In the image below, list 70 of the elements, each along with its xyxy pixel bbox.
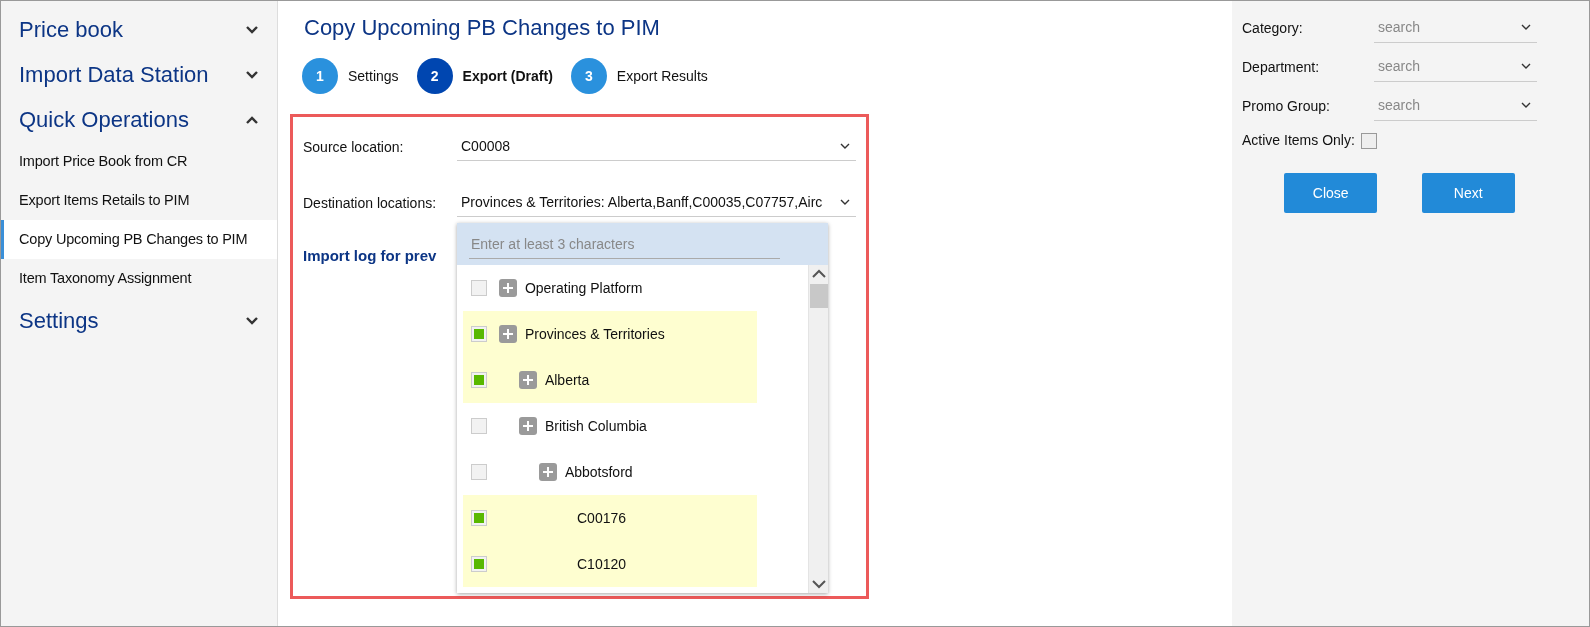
checkbox[interactable] <box>471 418 487 434</box>
tree-item[interactable]: C00176 <box>463 495 757 541</box>
tree-item[interactable]: Abbotsford <box>463 449 757 495</box>
tree-item[interactable]: Operating Platform <box>463 265 757 311</box>
action-button[interactable]: Close <box>1284 173 1378 213</box>
expand-icon[interactable] <box>519 417 537 435</box>
field-label: Source location: <box>303 137 405 157</box>
source-select[interactable]: C00008 <box>457 133 856 161</box>
sidebar-item[interactable]: Copy Upcoming PB Changes to PIM <box>1 220 277 259</box>
expand-icon[interactable] <box>519 371 537 389</box>
sidebar-item[interactable]: Item Taxonomy Assignment <box>1 259 277 298</box>
placeholder-text: search <box>1378 96 1421 115</box>
checkbox[interactable] <box>471 280 487 296</box>
checkbox[interactable] <box>471 556 487 572</box>
sidebar-item[interactable]: Export Items Retails to PIM <box>1 181 277 220</box>
search-field[interactable]: Enter at least 3 characters <box>457 223 828 265</box>
scroll-up-icon[interactable] <box>811 269 826 278</box>
step-label[interactable]: Export (Draft) <box>462 65 553 87</box>
expand-icon[interactable] <box>539 463 557 481</box>
chevron-up-icon <box>245 114 259 125</box>
expand-icon[interactable] <box>499 325 517 343</box>
tree-item[interactable]: C10120 <box>463 541 757 587</box>
tree-item[interactable]: British Columbia <box>463 403 757 449</box>
caret-icon <box>1521 24 1531 31</box>
sidebar-section[interactable]: Price book <box>1 7 277 52</box>
tree-label: C00176 <box>577 508 627 528</box>
checkbox[interactable] <box>471 326 487 342</box>
checkbox[interactable] <box>471 510 487 526</box>
placeholder-text: search <box>1378 57 1421 76</box>
tree-item[interactable]: Provinces & Territories <box>463 311 757 357</box>
action-button[interactable]: Next <box>1421 173 1515 213</box>
step-label[interactable]: Export Results <box>616 65 708 87</box>
field-label: Promo Group: <box>1242 96 1331 116</box>
destination-select[interactable]: Provinces & Territories: Alberta,Banff,C00035,C07757,Airc <box>457 189 856 217</box>
caret-icon <box>1521 63 1531 70</box>
sidebar-item[interactable]: Import Price Book from CR <box>1 142 277 181</box>
checkbox[interactable] <box>471 372 487 388</box>
chevron-down-icon <box>245 69 259 80</box>
step-label[interactable]: Settings <box>348 65 399 87</box>
tree-label: Operating Platform <box>524 278 643 298</box>
step-number[interactable]: 2 <box>416 58 453 94</box>
placeholder-text: search <box>1378 18 1421 37</box>
tree-label: Alberta <box>544 370 590 390</box>
scrollbar[interactable] <box>808 265 828 593</box>
tree-label: Abbotsford <box>564 462 633 482</box>
scroll-thumb[interactable] <box>809 284 828 308</box>
field-label: Active Items Only: <box>1242 131 1355 150</box>
expand-icon[interactable] <box>499 279 517 297</box>
field-value: C00008 <box>461 137 511 156</box>
tree-label: Provinces & Territories <box>524 324 665 344</box>
caret-icon <box>840 199 850 206</box>
field-value: Provinces & Territories: Alberta,Banff,C00035,C07757,Airc <box>461 193 823 212</box>
field-label: Department: <box>1242 57 1321 77</box>
tree-label: British Columbia <box>544 416 647 436</box>
checkbox[interactable] <box>471 464 487 480</box>
page-title: Copy Upcoming PB Changes to PIM <box>304 14 661 42</box>
field-label: Category: <box>1242 18 1304 38</box>
checkbox[interactable] <box>1360 132 1377 149</box>
sidebar-section[interactable]: Settings <box>1 298 277 343</box>
chevron-down-icon <box>245 315 259 326</box>
chevron-down-icon <box>245 24 259 35</box>
scroll-down-icon[interactable] <box>811 580 826 589</box>
field-label: Destination locations: <box>303 193 438 213</box>
tree-label: C10120 <box>577 554 627 574</box>
sidebar-section[interactable]: Import Data Station <box>1 52 277 97</box>
caret-icon <box>840 143 850 150</box>
import-log-heading: Import log for prev <box>303 246 438 266</box>
sidebar-section[interactable]: Quick Operations <box>1 97 277 142</box>
caret-icon <box>1521 102 1531 109</box>
tree-item[interactable]: Alberta <box>463 357 757 403</box>
